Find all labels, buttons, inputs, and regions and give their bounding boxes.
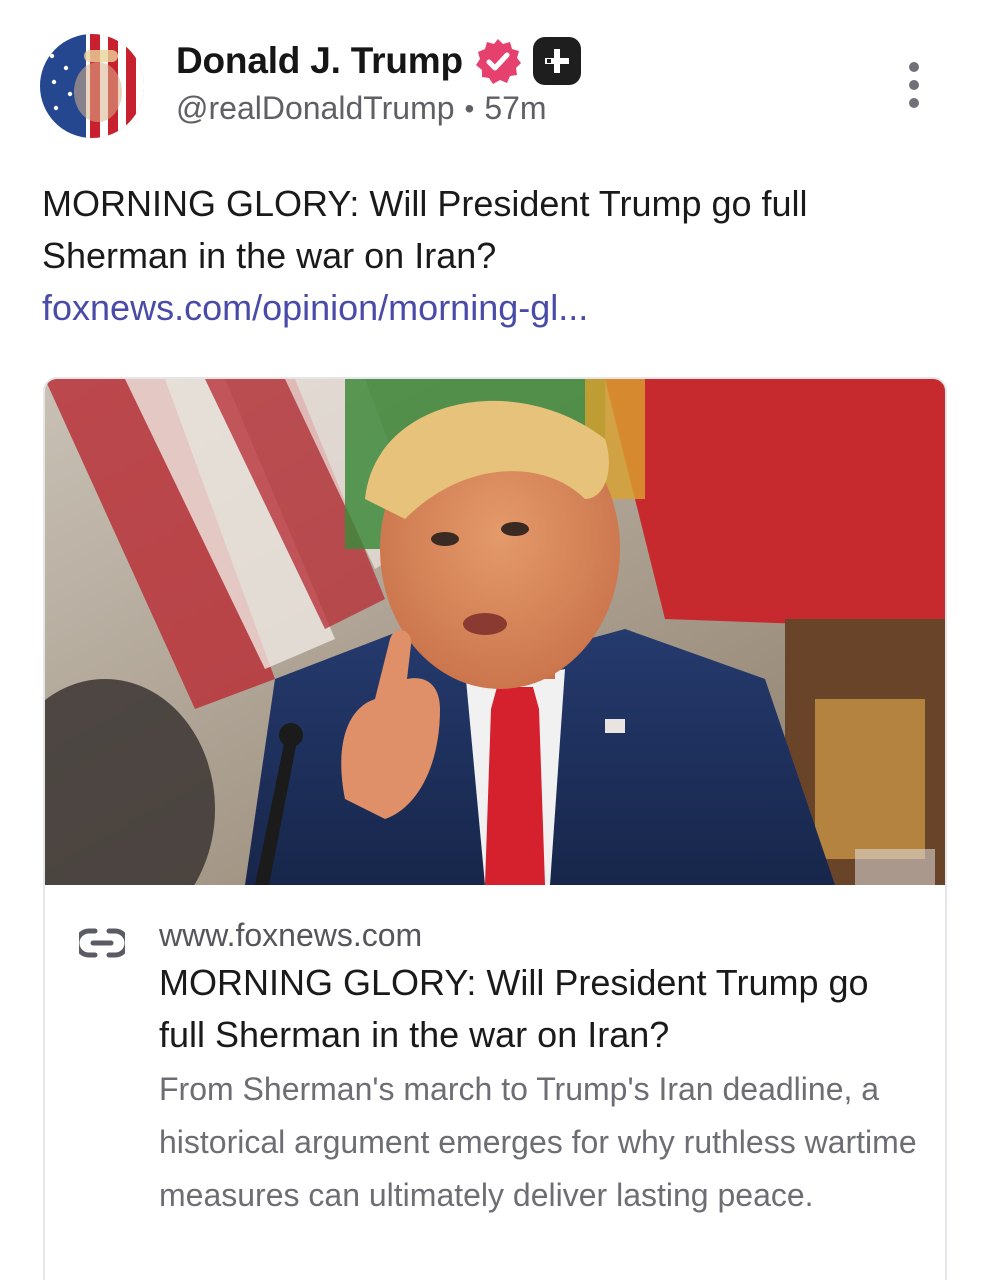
card-title[interactable]: MORNING GLORY: Will President Trump go f… xyxy=(159,957,919,1061)
post-text: MORNING GLORY: Will President Trump go f… xyxy=(42,183,808,276)
post-link[interactable]: foxnews.com/opinion/morning-gl... xyxy=(42,282,588,334)
card-image xyxy=(45,379,945,885)
author-name-row: Donald J. Trump xyxy=(176,36,581,86)
card-description: From Sherman's march to Trump's Iran dea… xyxy=(159,1071,917,1213)
avatar-image xyxy=(40,34,144,138)
link-preview-card[interactable]: www.foxnews.com MORNING GLORY: Will Pres… xyxy=(43,377,947,1280)
post-timestamp[interactable]: 57m xyxy=(484,90,546,127)
verified-badge-icon xyxy=(475,39,521,84)
meta-separator: • xyxy=(464,92,475,124)
post: Donald J. Trump @realDonaldTrump • 57m M… xyxy=(0,0,987,1280)
plus-badge-icon xyxy=(532,37,581,85)
card-domain: www.foxnews.com xyxy=(159,917,423,953)
author-meta-row: @realDonaldTrump • 57m xyxy=(176,90,547,127)
more-vertical-icon[interactable] xyxy=(900,62,928,108)
author-display-name[interactable]: Donald J. Trump xyxy=(176,40,463,82)
author-handle[interactable]: @realDonaldTrump xyxy=(176,90,455,127)
link-icon xyxy=(79,928,125,958)
avatar[interactable] xyxy=(40,34,144,138)
